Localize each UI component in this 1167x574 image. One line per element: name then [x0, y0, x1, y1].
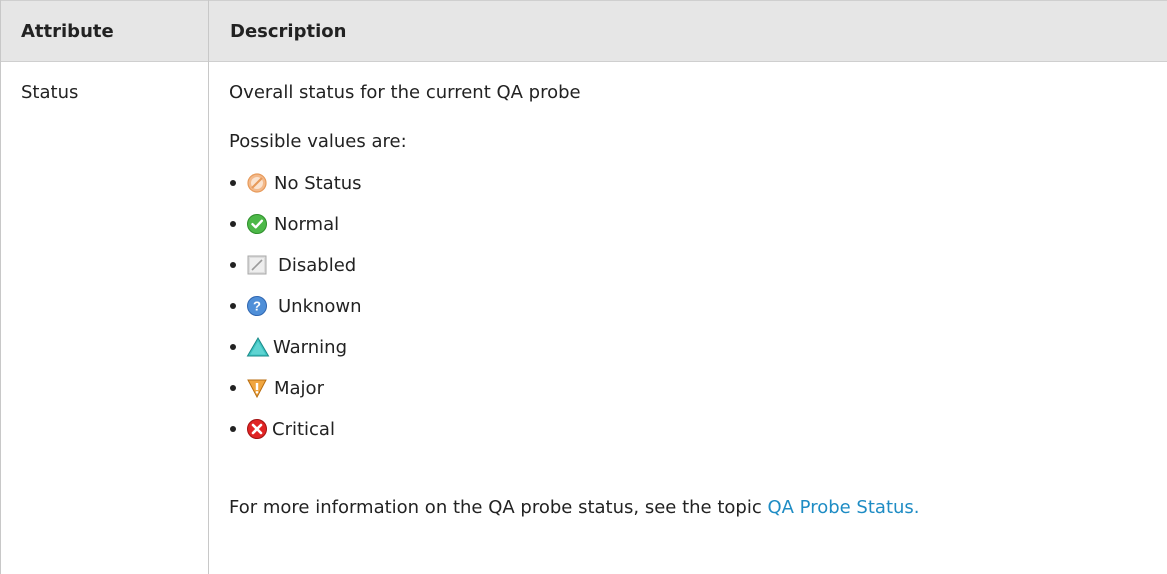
attribute-cell: Status [21, 82, 79, 103]
critical-icon [246, 418, 268, 440]
list-item-label: Major [274, 377, 324, 399]
table-header: Attribute Description [0, 0, 1167, 62]
warning-icon [246, 336, 270, 358]
list-item: Normal [230, 209, 339, 239]
list-item: Disabled [230, 250, 356, 280]
bullet [230, 262, 236, 268]
list-item-label: Disabled [278, 254, 357, 276]
svg-text:?: ? [253, 299, 261, 314]
list-item-label: Warning [273, 336, 348, 358]
list-item: Major [230, 373, 324, 403]
list-item-label: No Status [274, 172, 362, 194]
bullet [230, 426, 236, 432]
table-border-left [0, 0, 1, 574]
list-item-label: Normal [274, 213, 340, 235]
unknown-icon: ? [246, 295, 268, 317]
list-item: Critical [230, 414, 335, 444]
bullet [230, 303, 236, 309]
list-item: Warning [230, 332, 347, 362]
normal-icon [246, 213, 268, 235]
header-attribute: Attribute [21, 21, 114, 42]
qa-probe-status-link[interactable]: QA Probe Status. [767, 497, 919, 518]
bullet [230, 344, 236, 350]
no-status-icon [246, 172, 268, 194]
bullet [230, 180, 236, 186]
footer-note: For more information on the QA probe sta… [229, 497, 920, 518]
list-item-label: Critical [272, 418, 335, 440]
description-intro: Overall status for the current QA probe [229, 82, 581, 103]
list-item: ? Unknown [230, 291, 362, 321]
bullet [230, 385, 236, 391]
column-divider [208, 0, 209, 574]
possible-values-label: Possible values are: [229, 131, 407, 152]
header-description: Description [230, 21, 347, 42]
bullet [230, 221, 236, 227]
footer-text: For more information on the QA probe sta… [229, 497, 768, 518]
list-item-label: Unknown [278, 295, 362, 317]
major-icon [246, 377, 268, 399]
disabled-icon [246, 254, 268, 276]
attribute-table: Attribute Description Status Overall sta… [0, 0, 1167, 574]
list-item: No Status [230, 168, 362, 198]
